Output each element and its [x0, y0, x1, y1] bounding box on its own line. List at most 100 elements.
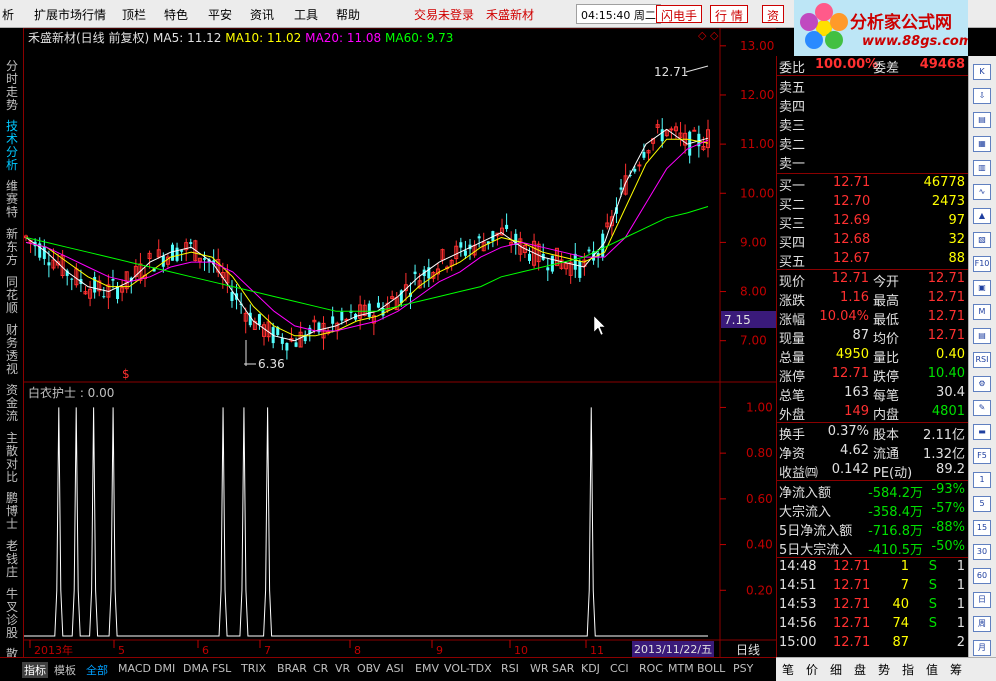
indicator-tab[interactable]: CR [313, 662, 328, 675]
tab-technical-analysis[interactable]: 技术分析 [3, 120, 21, 172]
toolbar-icon[interactable]: 1 [973, 472, 991, 488]
toolbar-icon[interactable]: F5 [973, 448, 991, 464]
x-tick-label: 6 [202, 644, 209, 657]
toolbar-icon[interactable]: 30 [973, 544, 991, 560]
toolbar-icon[interactable]: ⇩ [973, 88, 991, 104]
tab-weisaite[interactable]: 维赛特 [3, 180, 21, 219]
indicator-tab[interactable]: BOLL [697, 662, 725, 675]
menu-item-pingan[interactable]: 平安 [208, 6, 232, 23]
toolbar-icon[interactable]: ▤ [973, 328, 991, 344]
stat-row: 现量 87 均价 12.71 [777, 327, 969, 347]
toolbar-icon[interactable]: 日 [973, 592, 991, 608]
indicator-tab[interactable]: PSY [733, 662, 753, 675]
tab-financial[interactable]: 财务透视 [3, 324, 21, 376]
menu-item-topbar[interactable]: 顶栏 [122, 6, 146, 23]
indicator-tab[interactable]: CCI [610, 662, 629, 675]
toolbar-icon[interactable]: ▤ [973, 112, 991, 128]
indicator-tab[interactable]: 全部 [86, 662, 108, 678]
tab-tonghuashun[interactable]: 同花顺 [3, 276, 21, 315]
menu-item-features[interactable]: 特色 [164, 6, 188, 23]
info-button[interactable]: 资 [762, 5, 785, 23]
tick-time: 14:48 [779, 559, 817, 574]
fundamental-label: 换手 [779, 428, 806, 443]
indicator-tab[interactable]: MTM [668, 662, 694, 675]
menu-item-analysis[interactable]: 析 [2, 6, 14, 23]
stat-label: 总量 [779, 351, 806, 366]
panel-tab[interactable]: 筹 [950, 661, 962, 678]
indicator-tab[interactable]: EMV [415, 662, 439, 675]
toolbar-icon[interactable]: 15 [973, 520, 991, 536]
candle-body-down [463, 250, 467, 256]
indicator-tab[interactable]: VR [335, 662, 350, 675]
buy-price: 12.70 [833, 194, 871, 209]
toolbar-icon[interactable]: 5 [973, 496, 991, 512]
tab-capital-flow[interactable]: 资金流 [3, 384, 21, 423]
indicator-tab[interactable]: 模板 [54, 662, 76, 678]
menu-item-news[interactable]: 资讯 [250, 6, 274, 23]
fund-flow-row: 5日大宗流入 -410.5万 -50% [777, 538, 969, 558]
tick-price: 12.71 [833, 635, 871, 650]
toolbar-icon[interactable]: ▥ [973, 160, 991, 176]
toolbar-icon[interactable]: 60 [973, 568, 991, 584]
trade-login-status[interactable]: 交易未登录 [414, 6, 474, 23]
panel-tab[interactable]: 值 [926, 661, 938, 678]
indicator-tab[interactable]: DMI [154, 662, 175, 675]
indicator-tab[interactable]: SAR [552, 662, 574, 675]
flash-trade-button[interactable]: 闪电手 [656, 5, 703, 23]
menu-item-help[interactable]: 帮助 [336, 6, 360, 23]
kline-chart[interactable]: 7.00 8.00 9.00 10.00 11.00 12.00 13.00 0.20 0.4… [24, 28, 776, 668]
toolbar-icon[interactable]: 月 [973, 640, 991, 656]
weicha-value: 49468 [919, 57, 965, 72]
menu-item-tools[interactable]: 工具 [294, 6, 318, 23]
panel-tab[interactable]: 盘 [854, 661, 866, 678]
toolbar-icon[interactable]: ∿ [973, 184, 991, 200]
stock-name-link[interactable]: 禾盛新材 [486, 6, 534, 23]
indicator-tab[interactable]: DMA [183, 662, 209, 675]
toolbar-icon[interactable]: ▬ [973, 424, 991, 440]
panel-tab-bar: 笔价细盘势指值筹 [776, 657, 996, 681]
corner-icons[interactable]: ◇ ◇ [698, 29, 719, 42]
toolbar-icon[interactable]: ▧ [973, 232, 991, 248]
indicator-tab[interactable]: RSI [501, 662, 519, 675]
stat-value: 163 [844, 385, 869, 400]
indicator-tab[interactable]: ROC [639, 662, 663, 675]
tab-pengboshi[interactable]: 鹏博士 [3, 492, 21, 531]
indicator-tab[interactable]: 指标 [22, 662, 48, 678]
indicator-tab[interactable]: WR [530, 662, 549, 675]
indicator-tab[interactable]: TRIX [241, 662, 266, 675]
toolbar-icon[interactable]: RSI [973, 352, 991, 368]
quotes-button[interactable]: 行 情 [710, 5, 748, 23]
toolbar-icon[interactable]: ▦ [973, 136, 991, 152]
tab-main-retail[interactable]: 主散对比 [3, 432, 21, 484]
menu-item-extended-market[interactable]: 扩展市场行情 [34, 6, 106, 23]
toolbar-icon[interactable]: F10 [973, 256, 991, 272]
price-tick-label: 11.00 [740, 137, 774, 151]
panel-tab[interactable]: 指 [902, 661, 914, 678]
panel-tab[interactable]: 笔 [782, 661, 794, 678]
indicator-tab[interactable]: VOL-TDX [444, 662, 492, 675]
toolbar-icon[interactable]: K [973, 64, 991, 80]
toolbar-icon[interactable]: ⚙ [973, 376, 991, 392]
indicator-tab[interactable]: OBV [357, 662, 380, 675]
toolbar-icon[interactable]: M [973, 304, 991, 320]
tab-intraday[interactable]: 分时走势 [3, 60, 21, 112]
toolbar-icon[interactable]: ✎ [973, 400, 991, 416]
tab-laoqianzhuang[interactable]: 老钱庄 [3, 540, 21, 579]
toolbar-icon[interactable]: ▲ [973, 208, 991, 224]
toolbar-icon[interactable]: 周 [973, 616, 991, 632]
panel-tab[interactable]: 细 [830, 661, 842, 678]
candle-body-up [637, 164, 642, 167]
indicator-tab[interactable]: KDJ [581, 662, 600, 675]
tab-diagnosis[interactable]: 牛叉诊股 [3, 588, 21, 640]
toolbar-icon[interactable]: ▣ [973, 280, 991, 296]
indicator-tab[interactable]: MACD [118, 662, 151, 675]
panel-tab[interactable]: 势 [878, 661, 890, 678]
panel-tab[interactable]: 价 [806, 661, 818, 678]
indicator-tab[interactable]: ASI [386, 662, 404, 675]
candle-body-down [578, 260, 582, 278]
period-label[interactable]: 日线 [736, 643, 760, 657]
tab-xindongfang[interactable]: 新东方 [3, 228, 21, 267]
stat-label: 现价 [779, 275, 806, 290]
indicator-tab[interactable]: FSL [212, 662, 231, 675]
indicator-tab[interactable]: BRAR [277, 662, 307, 675]
